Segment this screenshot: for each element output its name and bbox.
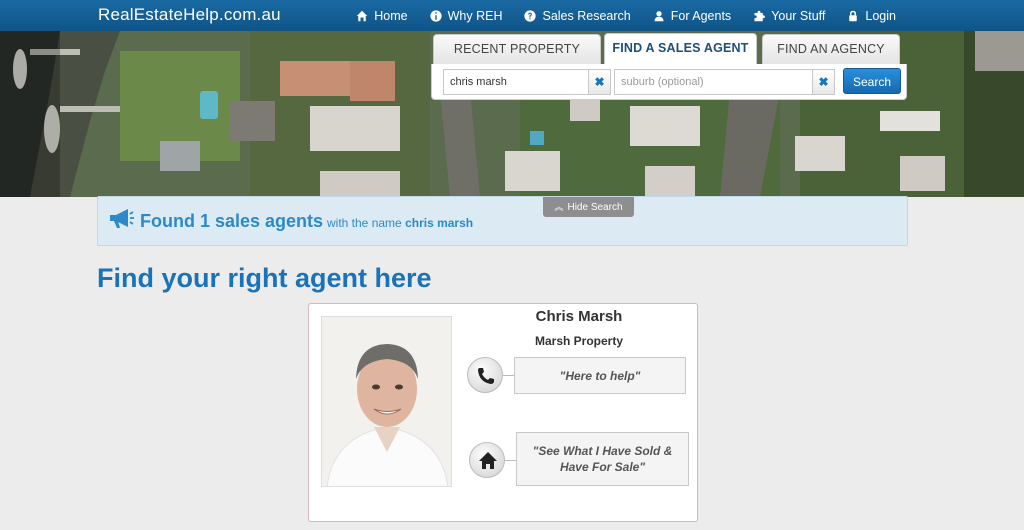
nav-item-label: Login <box>865 8 896 23</box>
nav-item-home[interactable]: Home <box>356 8 408 23</box>
search-form: chris marsh ✖ suburb (optional) ✖ Search <box>431 64 907 100</box>
results-count: Found 1 sales agents <box>140 211 324 231</box>
puzzle-icon <box>754 10 766 21</box>
nav-item-why-reh[interactable]: Why REH <box>429 8 503 23</box>
nav-item-your-stuff[interactable]: Your Stuff <box>753 9 825 23</box>
search-panel: RECENT PROPERTY SALES FIND A SALES AGENT… <box>431 32 907 100</box>
info-icon <box>429 9 442 22</box>
nav-item-for-agents[interactable]: For Agents <box>653 9 731 23</box>
phone-connector <box>503 375 514 376</box>
home-button[interactable] <box>469 442 505 478</box>
chevrons-up-icon: ︽ <box>554 202 564 212</box>
site-logo[interactable]: RealEstateHelp.com.au <box>98 5 281 25</box>
phone-button[interactable] <box>467 357 503 393</box>
question-icon <box>524 9 537 22</box>
agent-name-input[interactable]: chris marsh <box>443 69 589 95</box>
home-connector <box>505 460 516 461</box>
nav-item-label: Why REH <box>447 8 503 23</box>
tab-find-a-sales-agent[interactable]: FIND A SALES AGENT <box>604 33 757 65</box>
search-button[interactable]: Search <box>843 68 901 94</box>
hide-search-button[interactable]: ︽ Hide Search <box>543 197 634 217</box>
agent-photo[interactable] <box>321 316 452 487</box>
agent-card[interactable]: Chris Marsh Marsh Property "Here to help… <box>308 303 698 522</box>
house-icon <box>479 452 497 469</box>
results-query-prefix: with the name <box>327 216 402 230</box>
suburb-input[interactable]: suburb (optional) <box>614 69 813 95</box>
results-query-value: chris marsh <box>405 216 474 230</box>
nav-item-sales-research[interactable]: Sales Research <box>524 8 631 23</box>
nav-item-label: For Agents <box>670 8 732 23</box>
listings-message-line1: "See What I Have Sold & <box>532 444 673 458</box>
top-navigation: RealEstateHelp.com.au Home Why REH Sales… <box>0 0 1024 31</box>
phone-icon <box>478 368 494 384</box>
hide-search-label: Hide Search <box>567 202 623 213</box>
agency-name[interactable]: Marsh Property <box>471 334 687 348</box>
lock-icon <box>849 10 858 21</box>
listings-message-box[interactable]: "See What I Have Sold & Have For Sale" <box>516 432 689 486</box>
listings-message-line2: Have For Sale" <box>559 460 646 474</box>
clear-suburb-button[interactable]: ✖ <box>813 69 835 95</box>
agent-name[interactable]: Chris Marsh <box>471 308 687 325</box>
megaphone-icon <box>110 209 134 228</box>
tab-find-an-agency[interactable]: FIND AN AGENCY <box>762 34 900 64</box>
nav-item-label: Home <box>374 8 408 23</box>
nav-item-label: Sales Research <box>542 8 631 23</box>
user-icon <box>654 10 664 21</box>
tab-recent-property-sales[interactable]: RECENT PROPERTY SALES <box>433 34 601 84</box>
nav-item-label: Your Stuff <box>771 8 826 23</box>
page-title: Find your right agent here <box>97 263 432 293</box>
nav-menu: Home Why REH Sales Research For Agents Y… <box>334 0 896 31</box>
phone-message-box[interactable]: "Here to help" <box>514 357 686 394</box>
clear-name-button[interactable]: ✖ <box>589 69 611 95</box>
results-query: with the name chris marsh <box>327 216 473 230</box>
nav-item-login[interactable]: Login <box>847 9 896 23</box>
home-icon <box>357 10 368 21</box>
